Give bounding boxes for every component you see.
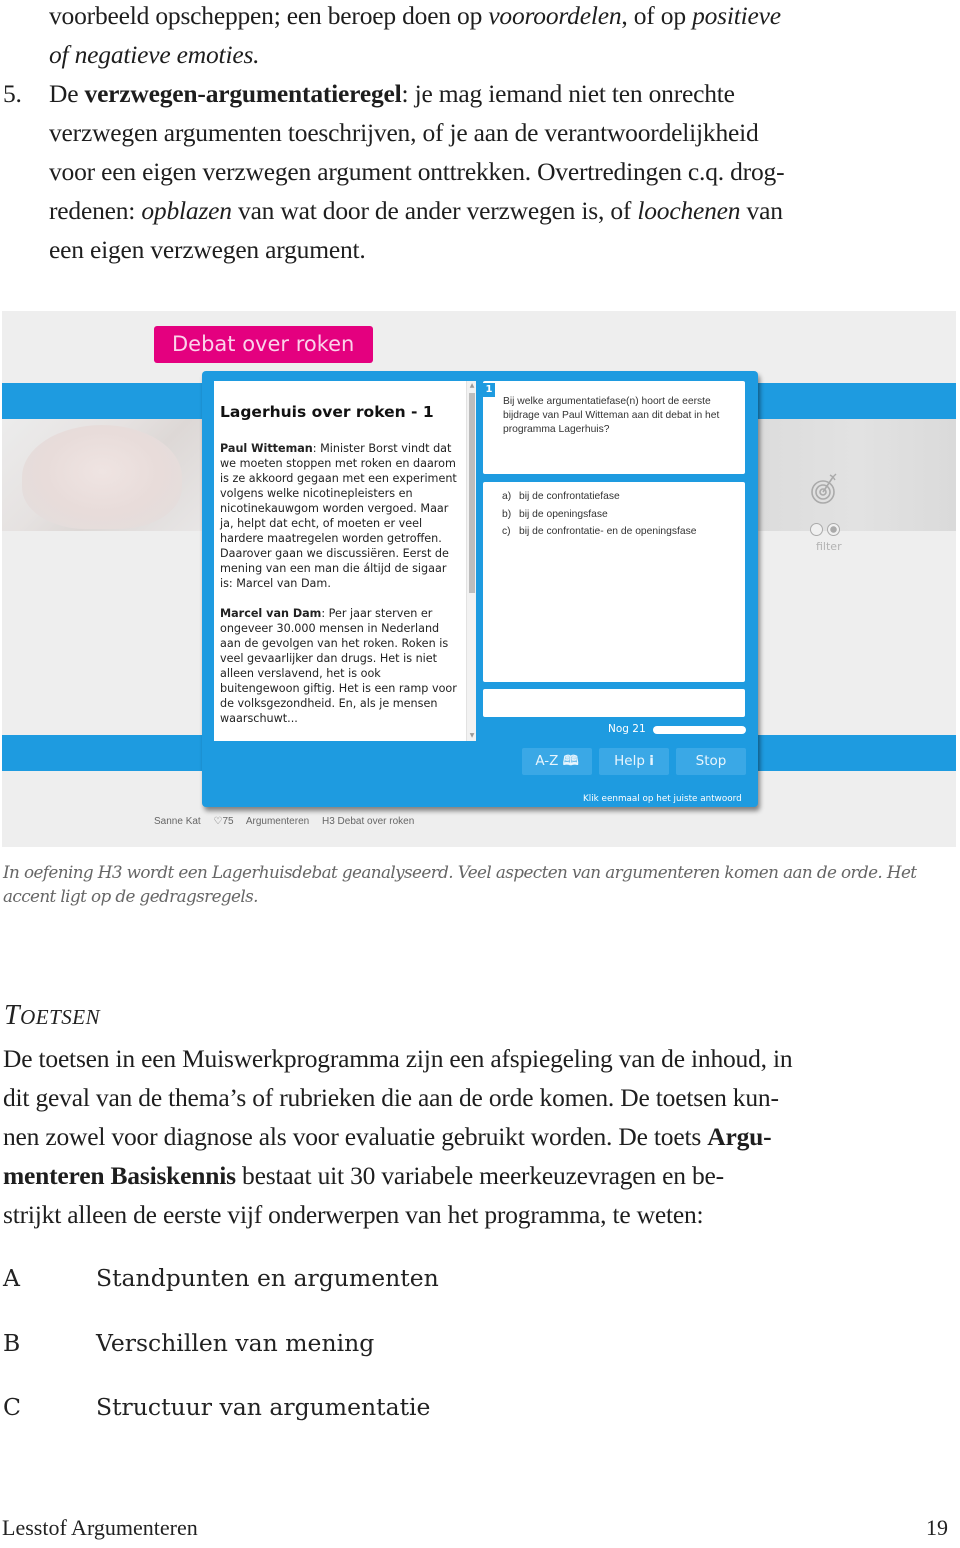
list-number: 5. xyxy=(3,79,22,108)
exercise-title: Debat over roken xyxy=(154,326,373,363)
source-text-panel: Lagerhuis over roken - 1 Paul Witteman: … xyxy=(214,381,476,741)
test-name: menteren Basiskennis xyxy=(3,1161,236,1190)
source-paragraph: Marcel van Dam: Per jaar sterven er onge… xyxy=(220,607,457,725)
book-icon: 🕮︎ xyxy=(562,753,579,769)
answer-option-c[interactable]: c) bij de confrontatie- en de openingsfas… xyxy=(502,523,696,541)
rule-name: verzwegen-argumentatieregel xyxy=(84,79,402,108)
breadcrumb-user[interactable]: Sanne Kat xyxy=(154,816,201,827)
filter-label: filter xyxy=(816,540,842,553)
exercise-panel: Lagerhuis over roken - 1 Paul Witteman: … xyxy=(202,371,758,807)
topic-list: A Standpunten en argumenten B Verschillen … xyxy=(3,1258,439,1452)
question-box: Bij welke argumentatiefase(n) hoort de e… xyxy=(483,381,745,474)
rule-item-line-1: 5. De verzwegen-argumentatieregel: je mag… xyxy=(3,74,949,113)
text-scrollbar[interactable]: ▲ ▼ xyxy=(466,381,476,741)
stop-button[interactable]: Stop xyxy=(676,748,746,775)
progress-label: Nog 21 xyxy=(608,723,646,735)
scroll-down-arrow[interactable]: ▼ xyxy=(469,733,475,739)
footer-title: Lesstof Argumenteren xyxy=(2,1515,198,1540)
target-icon[interactable] xyxy=(811,471,839,505)
scroll-up-arrow[interactable]: ▲ xyxy=(469,383,475,389)
rule-item-line-5: een eigen verzwegen argument. xyxy=(49,235,366,264)
answer-option-b[interactable]: b) bij de openingsfase xyxy=(502,506,696,524)
filter-radio-off[interactable] xyxy=(810,523,823,536)
source-paragraph: Paul Witteman: Minister Borst vindt dat … xyxy=(220,442,457,590)
topic-item: C Structuur van argumentatie xyxy=(3,1393,431,1421)
topic-item: A Standpunten en argumenten xyxy=(3,1264,439,1292)
intro-text: voorbeeld opscheppen; een beroep doen op… xyxy=(3,0,949,269)
breadcrumb-exercise[interactable]: H3 Debat over roken xyxy=(322,816,414,827)
scroll-thumb[interactable] xyxy=(469,393,475,593)
rule-item-line-2: verzwegen argumenten toeschrijven, of je… xyxy=(49,118,759,147)
question-number: 1 xyxy=(483,383,495,397)
glossary-button[interactable]: A-Z 🕮︎ xyxy=(522,748,592,775)
background-photo xyxy=(758,419,956,531)
answer-input[interactable] xyxy=(483,689,745,717)
info-icon: i xyxy=(649,753,654,769)
intro-line-1: voorbeeld opscheppen; een beroep doen op… xyxy=(49,1,781,30)
speaker-photo xyxy=(2,419,202,531)
instruction-hint: Klik eenmaal op het juiste antwoord xyxy=(583,794,742,804)
help-button[interactable]: Help i xyxy=(599,748,669,775)
progress-bar xyxy=(653,726,746,734)
intro-line-2: of negatieve emoties. xyxy=(49,40,260,69)
speaker-name: Paul Witteman xyxy=(220,442,313,455)
page-number: 19 xyxy=(926,1515,948,1540)
figure-caption: In oefening H3 wordt een Lagerhuisdebat … xyxy=(3,862,917,906)
speaker-name: Marcel van Dam xyxy=(220,607,322,620)
rule-item-line-4: redenen: opblazen van wat door de ander … xyxy=(49,196,783,225)
filter-toggle[interactable] xyxy=(810,523,840,536)
answer-list: a) bij de confrontatiefase b) bij de openi… xyxy=(502,488,696,541)
toetsen-paragraph: De toetsen in een Muiswerkprogramma zijn… xyxy=(3,1044,793,1229)
answers-box: a) bij de confrontatiefase b) bij de openi… xyxy=(483,482,745,682)
question-text: Bij welke argumentatiefase(n) hoort de e… xyxy=(503,396,720,435)
topic-item: B Verschillen van mening xyxy=(3,1328,375,1357)
breadcrumb-course[interactable]: Argumenteren xyxy=(246,816,309,827)
section-heading: TOETSEN xyxy=(4,1000,101,1031)
source-text-heading: Lagerhuis over roken - 1 xyxy=(220,403,434,421)
app-screenshot: filter Debat over roken Lagerhuis over r… xyxy=(2,311,956,847)
breadcrumb: Sanne Kat ♡75 Argumenteren H3 Debat over… xyxy=(154,816,424,827)
rule-item-line-3: voor een eigen verzwegen argument onttre… xyxy=(49,157,785,186)
breadcrumb-score: ♡75 xyxy=(213,816,234,827)
answer-option-a[interactable]: a) bij de confrontatiefase xyxy=(502,488,696,506)
filter-radio-on[interactable] xyxy=(827,523,840,536)
